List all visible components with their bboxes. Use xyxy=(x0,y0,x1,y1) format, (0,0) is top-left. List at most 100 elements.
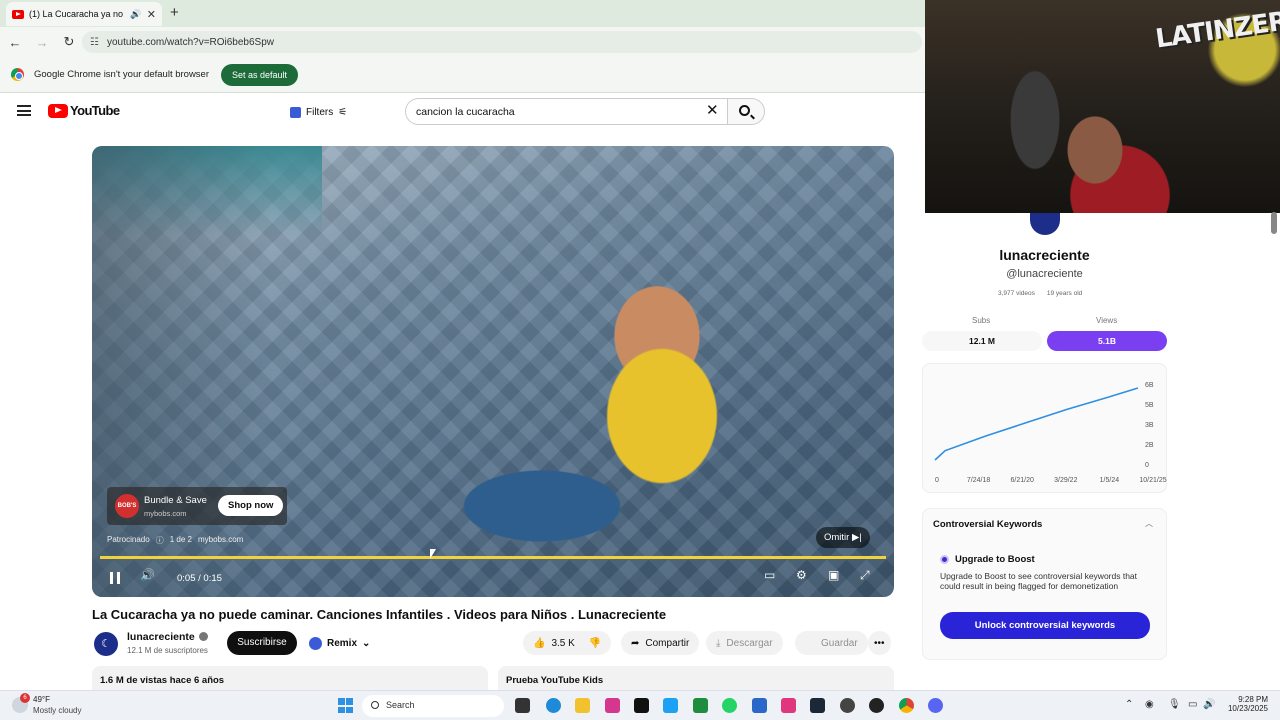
video-title: La Cucaracha ya no puede caminar. Cancio… xyxy=(92,607,667,622)
video-player[interactable]: BOB'S Bundle & Save mybobs.com Shop now … xyxy=(92,146,894,597)
skip-ad-button[interactable]: Omitir ▶| xyxy=(816,527,870,548)
browser-toolbar: ← → ↻ ☷ youtube.com/watch?v=ROi6beb6Spw xyxy=(0,27,925,57)
taskbar-search[interactable]: Search xyxy=(362,695,504,717)
steam-icon[interactable] xyxy=(810,698,825,713)
reload-icon[interactable]: ↻ xyxy=(57,34,81,50)
system-clock[interactable]: 9:28 PM 10/23/2025 xyxy=(1226,695,1268,713)
ad-card[interactable]: BOB'S Bundle & Save mybobs.com Shop now xyxy=(107,487,287,525)
speaker-tray-icon[interactable]: 🔊 xyxy=(1203,699,1215,710)
new-tab-button[interactable]: + xyxy=(170,4,179,21)
more-actions-button[interactable]: ••• xyxy=(868,631,891,655)
clock-time: 9:28 PM xyxy=(1238,695,1268,704)
channel-avatar[interactable]: ☾ xyxy=(94,632,118,656)
forward-icon[interactable]: → xyxy=(30,35,54,50)
download-button[interactable]: ⤓ Descargar xyxy=(706,631,783,655)
search-input[interactable]: cancion la cucaracha xyxy=(405,98,729,125)
y-tick-label: 6B xyxy=(1145,382,1154,389)
display-icon[interactable]: ▭ xyxy=(1188,699,1197,710)
channel-age: 19 years old xyxy=(1046,290,1083,297)
clear-search-icon[interactable]: ✕ xyxy=(706,101,719,119)
taskbar-search-icon xyxy=(371,701,379,709)
like-count[interactable]: 3.5 K xyxy=(551,638,574,649)
fullscreen-icon[interactable]: ⤢ xyxy=(860,568,870,583)
task-view-icon[interactable] xyxy=(515,698,530,713)
search-button[interactable] xyxy=(727,98,765,125)
xbox-icon[interactable] xyxy=(693,698,708,713)
temperature: 49°F xyxy=(33,695,50,704)
y-tick-label: 0 xyxy=(1145,462,1149,469)
menu-icon[interactable] xyxy=(17,105,31,116)
subtitles-icon[interactable]: ▭ xyxy=(764,568,775,582)
capcut-icon[interactable] xyxy=(781,698,796,713)
set-as-default-button[interactable]: Set as default xyxy=(221,63,299,86)
filters-label: Filters xyxy=(306,106,334,118)
browser-tab-bar: (1) La Cucaracha ya no pue 🔊 ✕ + xyxy=(0,0,925,27)
tab-subs[interactable]: Subs xyxy=(972,316,990,325)
browser-tab[interactable]: (1) La Cucaracha ya no pue 🔊 ✕ xyxy=(6,2,162,26)
site-info-icon[interactable]: ☷ xyxy=(90,37,99,48)
save-button[interactable]: Guardar xyxy=(795,631,868,655)
advertiser-logo: BOB'S xyxy=(115,494,139,518)
panel-channel-avatar xyxy=(1030,213,1060,235)
remix-button[interactable]: Remix ⌄ xyxy=(303,631,376,655)
graffiti-text: LATINZERO xyxy=(1153,3,1280,55)
pause-icon[interactable] xyxy=(110,572,120,584)
close-tab-icon[interactable]: ✕ xyxy=(147,8,156,21)
youtube-play-icon xyxy=(48,103,68,118)
unlock-keywords-button[interactable]: Unlock controversial keywords xyxy=(940,612,1150,639)
thumbs-down-icon[interactable]: 👎 xyxy=(589,638,601,649)
chevron-up-icon[interactable]: ︿ xyxy=(1145,518,1153,529)
video-count: 3,977 videos xyxy=(998,290,1035,297)
tray-chevron-icon[interactable]: ⌃ xyxy=(1125,699,1133,710)
store-icon[interactable] xyxy=(752,698,767,713)
tiktok-icon[interactable] xyxy=(634,698,649,713)
webcam-overlay: LATINZERO xyxy=(925,0,1280,213)
subs-value[interactable]: 12.1 M xyxy=(922,331,1042,351)
skip-label: Omitir xyxy=(824,532,850,543)
back-icon[interactable]: ← xyxy=(3,35,27,50)
windows-start-icon[interactable] xyxy=(338,698,353,713)
youtube-logo[interactable]: YouTube xyxy=(48,103,120,118)
share-label: Compartir xyxy=(645,637,690,649)
channel-name[interactable]: lunacreciente xyxy=(127,631,208,643)
chrome-taskbar-icon[interactable] xyxy=(899,698,914,713)
discord-icon[interactable] xyxy=(928,698,943,713)
app-icon[interactable] xyxy=(869,698,884,713)
kids-promo-text: Prueba YouTube Kids xyxy=(506,675,604,686)
page-scrollbar[interactable] xyxy=(1271,212,1277,234)
views-value[interactable]: 5.1B xyxy=(1047,331,1167,351)
filters-button[interactable]: Filters ⚟ xyxy=(282,101,355,123)
views-series-line xyxy=(934,387,1139,461)
instagram-icon[interactable] xyxy=(605,698,620,713)
ad-progress-bar[interactable] xyxy=(100,556,886,559)
keywords-header[interactable]: Controversial Keywords xyxy=(933,519,1042,530)
twitter-icon[interactable] xyxy=(663,698,678,713)
settings-gear-icon[interactable]: ⚙ xyxy=(796,568,807,582)
ad-info: Patrocinado ⓘ 1 de 2 mybobs.com xyxy=(107,535,243,546)
speaker-icon[interactable]: 🔊 xyxy=(130,9,141,20)
subscribe-button[interactable]: Suscribirse xyxy=(227,631,297,655)
filters-extension-icon xyxy=(290,106,301,118)
file-explorer-icon[interactable] xyxy=(575,698,590,713)
tray-app-icon[interactable]: ◉ xyxy=(1145,699,1154,710)
obs-icon[interactable] xyxy=(840,698,855,713)
whatsapp-icon[interactable] xyxy=(722,698,737,713)
address-bar[interactable]: ☷ youtube.com/watch?v=ROi6beb6Spw xyxy=(82,31,922,53)
theater-mode-icon[interactable]: ▣ xyxy=(828,568,839,582)
thumbs-up-icon[interactable]: 👍 xyxy=(533,638,545,649)
volume-icon[interactable]: 🔊 xyxy=(140,568,155,582)
chevron-down-icon[interactable]: ⌄ xyxy=(362,638,370,649)
x-tick-label: 0 xyxy=(935,477,939,484)
microphone-icon[interactable]: 🎙 xyxy=(1168,699,1181,710)
weather-badge: 6 xyxy=(20,693,30,703)
download-label: Descargar xyxy=(726,637,773,649)
video-frame-shade xyxy=(92,146,272,597)
share-button[interactable]: ➦ Compartir xyxy=(621,631,700,655)
shop-now-button[interactable]: Shop now xyxy=(218,495,284,516)
edge-icon[interactable] xyxy=(546,698,561,713)
ad-site-link[interactable]: mybobs.com xyxy=(198,535,243,546)
channel-name-text: lunacreciente xyxy=(127,631,195,643)
info-icon[interactable]: ⓘ xyxy=(156,535,164,546)
subscriber-count: 12.1 M de suscriptores xyxy=(127,646,208,655)
tab-views[interactable]: Views xyxy=(1096,316,1117,325)
